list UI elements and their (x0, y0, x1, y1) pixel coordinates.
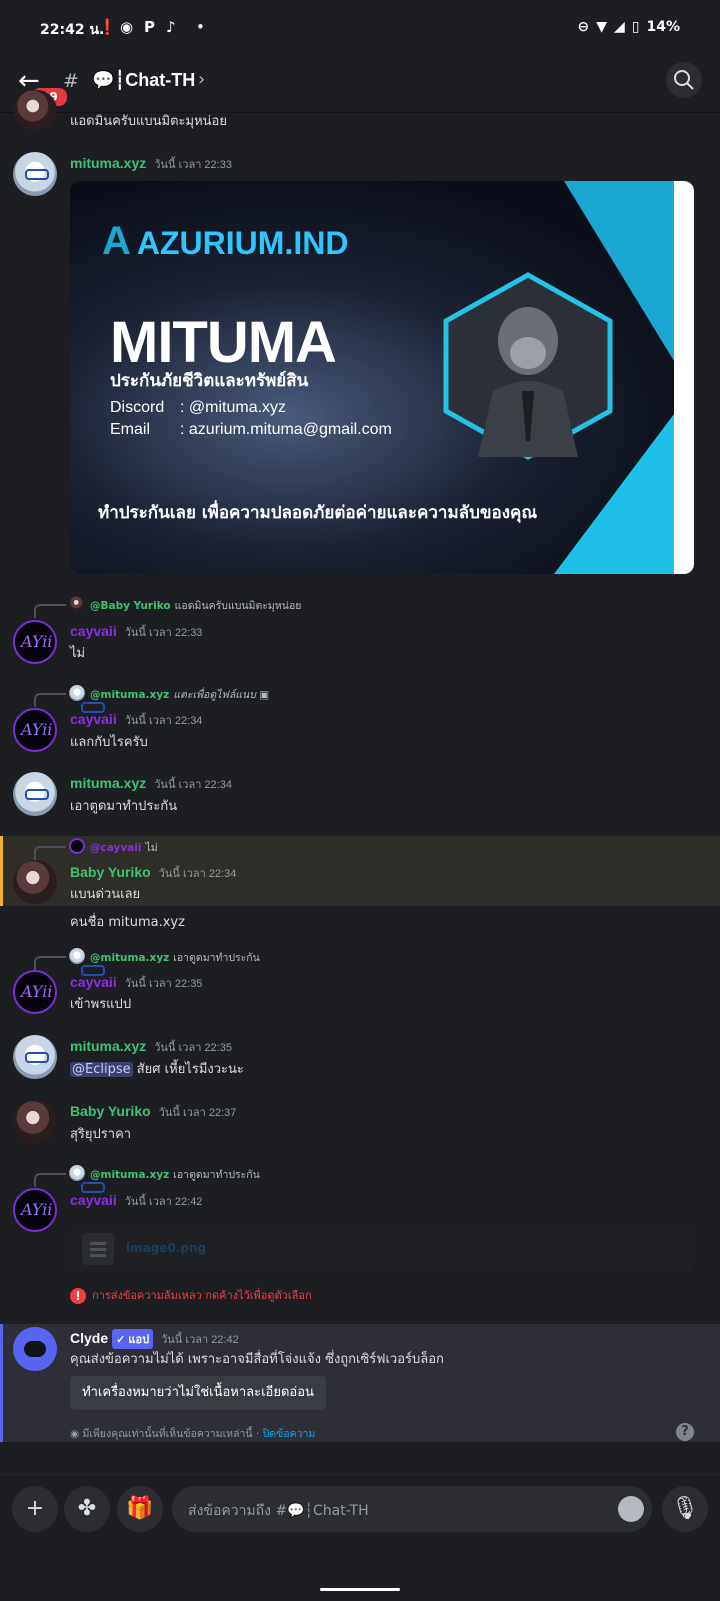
ghost-icon: ◉ (120, 18, 134, 36)
message-text: สุริยุปราคา (70, 1127, 132, 1142)
card-subtitle: ประกันภัยชีวิตและทรัพย์สิน (110, 371, 309, 391)
mark-not-sensitive-button[interactable]: ทำเครื่องหมายว่าไม่ใช่เนื้อหาละเอียดอ่อน (70, 1376, 326, 1410)
message-author[interactable]: cayvaii วันนี้ เวลา 22:33 (70, 623, 202, 641)
message-timestamp: วันนี้ เวลา 22:33 (154, 159, 232, 171)
add-button[interactable]: + (12, 1486, 58, 1532)
emoji-icon[interactable] (618, 1496, 644, 1522)
message-timestamp: วันนี้ เวลา 22:34 (124, 715, 203, 727)
error-icon: ! (70, 1288, 86, 1304)
message-author[interactable]: Baby Yuriko วันนี้ เวลา 22:37 (70, 1103, 236, 1121)
message-placeholder: ส่งข้อความถึง #💬┆Chat-TH (188, 1503, 369, 1519)
send-error[interactable]: ! การส่งข้อความล้มเหลว กดค้างไว้เพื่อดูตั… (70, 1286, 312, 1304)
search-button[interactable] (666, 62, 702, 98)
status-bar: 22:42 น. ❗ ◉ P ♪ • ⊖ ▼ ◢ ▯ 14% (0, 0, 720, 56)
search-icon (674, 70, 694, 90)
file-name: image0.png (126, 1241, 207, 1255)
message-text: แบนด่วนเลย (70, 887, 141, 902)
battery-icon: ▯ (631, 19, 640, 35)
eye-icon: ◉ (70, 1428, 83, 1440)
user-mention[interactable]: @Eclipse (70, 1062, 133, 1077)
avatar[interactable] (13, 860, 57, 904)
avatar[interactable] (13, 90, 57, 130)
message-author[interactable]: Clyde ✓ แอป วันนี้ เวลา 22:42 (70, 1329, 239, 1349)
status-right: ⊖ ▼ ◢ ▯ 14% (577, 19, 680, 35)
avatar[interactable] (13, 1035, 57, 1079)
file-attachment[interactable]: image0.png (70, 1225, 694, 1273)
gift-icon: 🎁 (126, 1496, 154, 1521)
channel-header: ← 99 # 💬┆Chat-TH › (0, 56, 720, 113)
app-badge: ✓ แอป (112, 1329, 154, 1349)
message-input[interactable]: ส่งข้อความถึง #💬┆Chat-TH (172, 1486, 652, 1532)
clyde-avatar[interactable] (13, 1327, 57, 1371)
card-email: Email: azurium.mituma@gmail.com (110, 421, 392, 438)
channel-hash-icon: # (63, 70, 79, 92)
message-author[interactable]: cayvaii วันนี้ เวลา 22:34 (70, 711, 202, 729)
signal-icon: ◢ (613, 19, 625, 35)
channel-title[interactable]: 💬┆Chat-TH (92, 70, 195, 91)
message-author[interactable]: mituma.xyz วันนี้ เวลา 22:33 (70, 155, 232, 173)
apps-button[interactable]: ✤ (64, 1486, 110, 1532)
message-text: ไม่ (70, 646, 86, 661)
plus-icon: + (25, 1496, 45, 1521)
message-timestamp: วันนี้ เวลา 22:35 (154, 1042, 232, 1054)
wifi-icon: ▼ (596, 19, 607, 35)
card-name: MITUMA (110, 310, 337, 375)
card-tagline: ทำประกันเลย เพื่อความปลอดภัยต่อค่ายและคว… (98, 503, 538, 523)
avatar[interactable]: AYii (13, 1188, 57, 1232)
message-timestamp: วันนี้ เวลา 22:34 (154, 779, 232, 791)
message-text: เอาตูดมาทำประกัน (70, 799, 178, 814)
avatar[interactable] (13, 1100, 57, 1144)
avatar[interactable] (13, 152, 57, 196)
chevron-right-icon[interactable]: › (198, 69, 205, 90)
avatar[interactable]: AYii (13, 620, 57, 664)
card-edge (674, 181, 694, 574)
home-indicator[interactable] (320, 1588, 400, 1591)
message-timestamp: วันนี้ เวลา 22:34 (158, 868, 237, 880)
message-author[interactable]: mituma.xyz วันนี้ เวลา 22:35 (70, 1038, 232, 1056)
message-text: แอดมินครับแบนมิตะมุหน่อย (70, 114, 227, 129)
message-text: คุณส่งข้อความไม่ได้ เพราะอาจมีสื่อที่โจ่… (70, 1352, 444, 1367)
message-timestamp: วันนี้ เวลา 22:37 (158, 1107, 237, 1119)
image-icon: ▣ (259, 689, 270, 701)
battery-level: 14% (646, 19, 680, 35)
message-timestamp: วันนี้ เวลา 22:33 (124, 627, 203, 639)
brand-logo: A AZURIUM.IND (102, 219, 349, 263)
message-author[interactable]: Baby Yuriko วันนี้ เวลา 22:34 (70, 864, 236, 882)
dot-icon: • (196, 18, 205, 36)
message-text: คนชื่อ mituma.xyz (70, 915, 185, 930)
ephemeral-note: ◉ มีเพียงคุณเท่านั้นที่เห็นข้อความเหล่าน… (70, 1428, 316, 1440)
apps-icon: ✤ (77, 1496, 97, 1521)
file-icon (82, 1233, 114, 1265)
alert-icon: ❗ (98, 18, 117, 36)
logo-mark-icon: A (102, 219, 131, 263)
microphone-icon: 🎙 (671, 1496, 699, 1521)
dismiss-link[interactable]: ปิดข้อความ (263, 1428, 316, 1440)
gift-button[interactable]: 🎁 (117, 1486, 163, 1532)
monkey-portrait (443, 272, 613, 460)
voice-button[interactable]: 🎙 (662, 1486, 708, 1532)
message-timestamp: วันนี้ เวลา 22:35 (124, 978, 203, 990)
message-author[interactable]: cayvaii วันนี้ เวลา 22:35 (70, 974, 202, 992)
message-author[interactable]: mituma.xyz วันนี้ เวลา 22:34 (70, 775, 232, 793)
avatar[interactable]: AYii (13, 708, 57, 752)
message-text: @Eclipse สัยศ เหี้ยไรมีงวะนะ (70, 1062, 244, 1077)
image-attachment[interactable]: A AZURIUM.IND MITUMA ประกันภัยชีวิตและทรั… (70, 181, 694, 574)
message-text: เข้าพรแปป (70, 997, 132, 1012)
p-app-icon: P (144, 18, 155, 36)
status-time: 22:42 น. (40, 22, 105, 38)
dnd-icon: ⊖ (577, 19, 590, 35)
message-author[interactable]: cayvaii วันนี้ เวลา 22:42 (70, 1192, 202, 1210)
card-discord: Discord: @mituma.xyz (110, 399, 287, 416)
message-timestamp: วันนี้ เวลา 22:42 (161, 1334, 239, 1346)
avatar[interactable] (13, 772, 57, 816)
avatar[interactable]: AYii (13, 970, 57, 1014)
tiktok-icon: ♪ (166, 18, 176, 36)
help-icon[interactable]: ? (676, 1423, 694, 1441)
message-timestamp: วันนี้ เวลา 22:42 (124, 1196, 203, 1208)
message-text: แลกกับไรครับ (70, 735, 148, 750)
